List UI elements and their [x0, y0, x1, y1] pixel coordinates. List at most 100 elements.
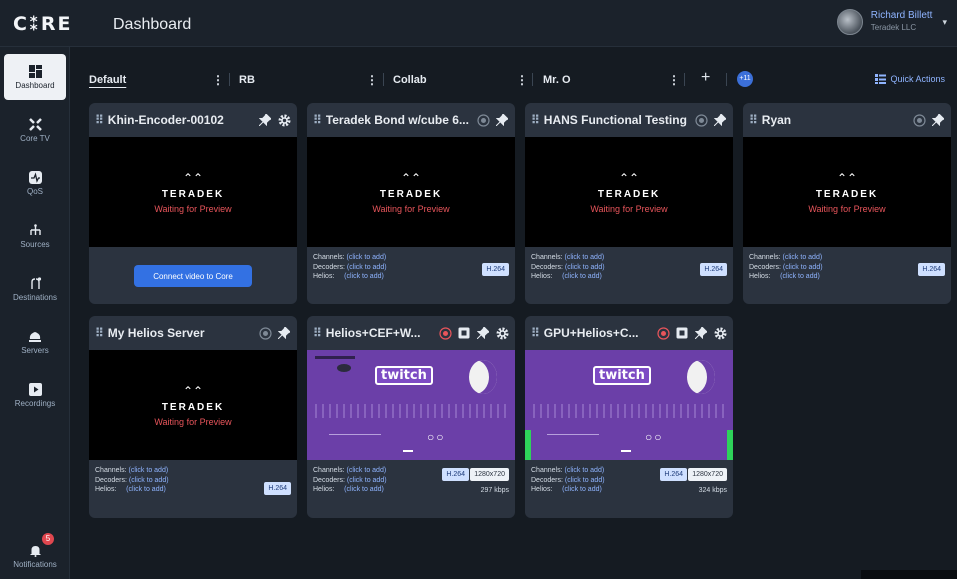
helios-add-link[interactable]: (click to add) — [780, 273, 820, 280]
video-preview[interactable]: ⌃⌃ TERADEK Waiting for Preview — [89, 350, 297, 460]
card-title[interactable]: Helios+CEF+W... — [326, 326, 433, 340]
video-preview[interactable]: ⌃⌃ TERADEK Waiting for Preview — [89, 137, 297, 247]
tab-default[interactable]: Default — [89, 74, 126, 86]
preview-graphic — [337, 364, 351, 372]
user-menu[interactable]: Richard Billett Teradek LLC ▾ — [836, 9, 947, 35]
card-title[interactable]: Ryan — [762, 113, 907, 127]
channels-add-link[interactable]: (click to add) — [128, 467, 168, 474]
sidebar-item-notifications[interactable]: 5 Notifications — [4, 533, 66, 579]
moon-graphic — [687, 360, 715, 394]
device-card[interactable]: ⠿ HANS Functional Testing ⌃⌃ TERADEK Wai… — [525, 103, 733, 304]
pin-icon[interactable] — [258, 113, 272, 127]
stop-icon[interactable] — [457, 326, 471, 340]
helios-add-link[interactable]: (click to add) — [344, 486, 384, 493]
sidebar-item-core-tv[interactable]: Core TV — [4, 107, 66, 153]
card-title[interactable]: My Helios Server — [108, 326, 253, 340]
preview-circles: ○○ — [645, 430, 664, 444]
helios-add-link[interactable]: (click to add) — [562, 486, 602, 493]
card-header: ⠿ My Helios Server — [89, 316, 297, 350]
device-card[interactable]: ⠿ Ryan ⌃⌃ TERADEK Waiting for Preview Ch… — [743, 103, 951, 304]
tab-menu-icon[interactable]: ⋮ — [212, 73, 224, 87]
video-preview[interactable]: twitch ○○ — [307, 350, 515, 460]
bitrate-label: 297 kbps — [480, 487, 509, 494]
more-tabs-badge[interactable]: +11 — [737, 71, 753, 87]
recording-active-icon[interactable] — [438, 326, 452, 340]
video-preview[interactable]: ⌃⌃ TERADEK Waiting for Preview — [307, 137, 515, 247]
tab-menu-icon[interactable]: ⋮ — [668, 73, 680, 87]
drag-handle-icon[interactable]: ⠿ — [313, 326, 322, 340]
core-logo[interactable]: C⁑RE — [13, 13, 73, 35]
tab-menu-icon[interactable]: ⋮ — [366, 73, 378, 87]
pin-icon[interactable] — [495, 113, 509, 127]
record-button-icon[interactable] — [476, 113, 490, 127]
sidebar-item-qos[interactable]: QoS — [4, 160, 66, 206]
pin-icon[interactable] — [476, 326, 490, 340]
drag-handle-icon[interactable]: ⠿ — [749, 113, 758, 127]
gear-icon[interactable] — [495, 326, 509, 340]
chevron-down-icon[interactable]: ▾ — [942, 17, 947, 28]
decoders-add-link[interactable]: (click to add) — [783, 264, 823, 271]
channels-add-link[interactable]: (click to add) — [346, 467, 386, 474]
preview-green-bar — [727, 430, 733, 460]
record-button-icon[interactable] — [694, 113, 708, 127]
decoders-add-link[interactable]: (click to add) — [565, 477, 605, 484]
card-title[interactable]: HANS Functional Testing — [544, 113, 689, 127]
record-button-icon[interactable] — [258, 326, 272, 340]
pin-icon[interactable] — [694, 326, 708, 340]
drag-handle-icon[interactable]: ⠿ — [95, 113, 104, 127]
video-preview[interactable]: ⌃⌃ TERADEK Waiting for Preview — [525, 137, 733, 247]
device-card[interactable]: ⠿ GPU+Helios+C... twitch ○○ Channels: (c… — [525, 316, 733, 518]
preview-ruler — [533, 404, 725, 418]
drag-handle-icon[interactable]: ⠿ — [313, 113, 322, 127]
card-title[interactable]: Teradek Bond w/cube 6... — [326, 113, 471, 127]
device-card[interactable]: ⠿ Khin-Encoder-00102 ⌃⌃ TERADEK Waiting … — [89, 103, 297, 304]
decoders-add-link[interactable]: (click to add) — [347, 477, 387, 484]
tab-menu-icon[interactable]: ⋮ — [516, 73, 528, 87]
helios-add-link[interactable]: (click to add) — [126, 486, 166, 493]
decoders-add-link[interactable]: (click to add) — [347, 264, 387, 271]
video-preview[interactable]: ⌃⌃ TERADEK Waiting for Preview — [743, 137, 951, 247]
gear-icon[interactable] — [277, 113, 291, 127]
sidebar-item-destinations[interactable]: Destinations — [4, 266, 66, 312]
add-tab-icon[interactable]: + — [701, 69, 710, 87]
device-card[interactable]: ⠿ Teradek Bond w/cube 6... ⌃⌃ TERADEK Wa… — [307, 103, 515, 304]
drag-handle-icon[interactable]: ⠿ — [531, 326, 540, 340]
tab-collab[interactable]: Collab — [393, 74, 427, 86]
sidebar-item-recordings[interactable]: Recordings — [4, 372, 66, 418]
codec-badge: H.264 — [660, 468, 687, 481]
decoders-add-link[interactable]: (click to add) — [565, 264, 605, 271]
helios-add-link[interactable]: (click to add) — [344, 273, 384, 280]
tab-rb[interactable]: RB — [239, 74, 255, 86]
pin-icon[interactable] — [277, 326, 291, 340]
card-title[interactable]: Khin-Encoder-00102 — [108, 113, 253, 127]
sidebar-item-sources[interactable]: Sources — [4, 213, 66, 259]
card-title[interactable]: GPU+Helios+C... — [544, 326, 651, 340]
helios-add-link[interactable]: (click to add) — [562, 273, 602, 280]
avatar[interactable] — [836, 9, 863, 35]
card-header: ⠿ Khin-Encoder-00102 — [89, 103, 297, 137]
user-info[interactable]: Richard Billett Teradek LLC — [871, 10, 933, 34]
tab-mr-o[interactable]: Mr. O — [543, 74, 571, 86]
channels-add-link[interactable]: (click to add) — [346, 254, 386, 261]
sidebar-item-dashboard[interactable]: Dashboard — [4, 54, 66, 100]
stop-icon[interactable] — [675, 326, 689, 340]
sidebar-item-label: Destinations — [12, 293, 58, 302]
video-preview[interactable]: twitch ○○ — [525, 350, 733, 460]
sidebar-item-servers[interactable]: Servers — [4, 319, 66, 365]
decoders-add-link[interactable]: (click to add) — [129, 477, 169, 484]
connect-video-button[interactable]: Connect video to Core — [134, 265, 252, 287]
channels-add-link[interactable]: (click to add) — [782, 254, 822, 261]
device-card[interactable]: ⠿ Helios+CEF+W... twitch ○○ Channels: (c… — [307, 316, 515, 518]
pin-icon[interactable] — [713, 113, 727, 127]
recording-active-icon[interactable] — [656, 326, 670, 340]
device-card[interactable]: ⠿ My Helios Server ⌃⌃ TERADEK Waiting fo… — [89, 316, 297, 518]
drag-handle-icon[interactable]: ⠿ — [95, 326, 104, 340]
channels-add-link[interactable]: (click to add) — [564, 254, 604, 261]
gear-icon[interactable] — [713, 326, 727, 340]
user-name[interactable]: Richard Billett — [871, 10, 933, 22]
drag-handle-icon[interactable]: ⠿ — [531, 113, 540, 127]
pin-icon[interactable] — [931, 113, 945, 127]
record-button-icon[interactable] — [912, 113, 926, 127]
channels-add-link[interactable]: (click to add) — [564, 467, 604, 474]
quick-actions-button[interactable]: Quick Actions — [875, 74, 945, 84]
